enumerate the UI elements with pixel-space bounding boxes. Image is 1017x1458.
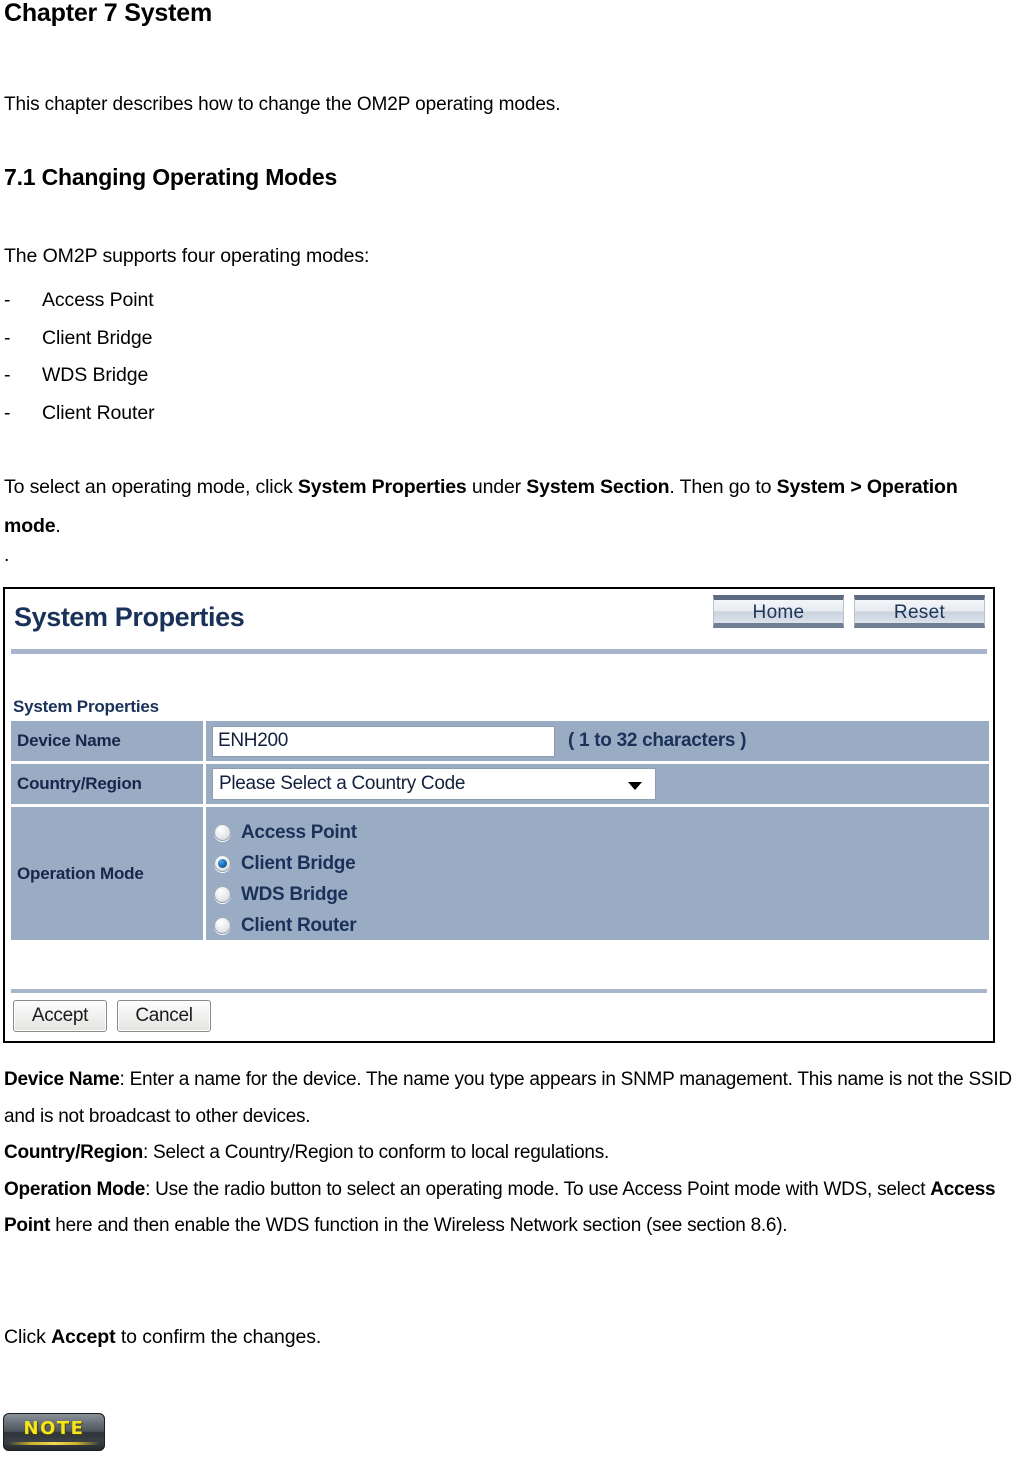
operation-mode-row: Operation Mode Access Point Client Bridg… [11,807,989,940]
radio-label: WDS Bridge [241,883,348,905]
paragraph-text: under [466,476,527,498]
stray-period: . [4,544,10,566]
operation-mode-label: Operation Mode [11,807,203,940]
radio-option-wds-bridge[interactable]: WDS Bridge [214,879,357,910]
list-item: - Client Router [4,395,155,433]
list-item-label: Access Point [42,289,154,311]
country-region-select[interactable]: Please Select a Country Code [212,768,656,800]
list-item: - WDS Bridge [4,357,155,395]
device-name-input[interactable] [212,725,555,757]
home-button[interactable]: Home [713,595,844,628]
select-mode-paragraph: To select an operating mode, click Syste… [4,468,964,546]
paragraph-text: To select an operating mode, click [4,476,298,498]
operation-mode-term: Operation Mode [4,1178,146,1200]
system-section-emphasis: System Section [526,476,670,498]
country-region-description-text: : Select a Country/Region to conform to … [143,1142,610,1163]
operation-mode-description-text-continued: here and then enable the WDS function in… [50,1215,788,1236]
paragraph-text: Click [4,1326,52,1348]
accept-emphasis: Accept [51,1326,116,1348]
device-name-row: Device Name ( 1 to 32 characters ) [11,721,989,761]
paragraph-text: to confirm the changes. [115,1326,322,1348]
country-region-selected-value: Please Select a Country Code [219,773,466,794]
system-properties-emphasis: System Properties [297,476,467,498]
operating-modes-list: - Access Point - Client Bridge - WDS Bridge… [4,282,155,432]
country-region-value-cell: Please Select a Country Code [206,764,989,804]
operation-mode-value-cell: Access Point Client Bridge WDS Bridge Cl… [206,807,989,940]
radio-label: Client Router [241,914,357,936]
country-region-label: Country/Region [11,764,203,804]
accept-button[interactable]: Accept [13,1000,107,1032]
header-divider [11,649,987,654]
country-region-row: Country/Region Please Select a Country C… [11,764,989,804]
list-item: - Client Bridge [4,320,155,358]
device-name-label: Device Name [11,721,203,761]
country-region-description: Country/Region: Select a Country/Region … [4,1135,1017,1172]
paragraph-text: . [55,515,61,537]
radio-option-client-router[interactable]: Client Router [214,910,357,941]
note-badge: NOTE [3,1413,105,1451]
list-dash: - [4,289,11,311]
system-properties-screenshot: System Properties Home Reset System Prop… [3,587,995,1043]
device-name-term: Device Name [4,1069,120,1090]
cancel-button[interactable]: Cancel [117,1000,211,1032]
radio-option-access-point[interactable]: Access Point [214,817,357,848]
radio-label: Client Bridge [241,852,356,874]
operation-mode-description: Operation Mode: Use the radio button to … [4,1172,1017,1245]
section-title: 7.1 Changing Operating Modes [4,164,338,190]
radio-label: Access Point [241,821,357,843]
chevron-down-icon [628,782,642,790]
radio-option-client-bridge[interactable]: Client Bridge [214,848,357,879]
device-name-hint: ( 1 to 32 characters ) [568,730,747,751]
list-item-label: WDS Bridge [42,364,149,386]
list-item: - Access Point [4,282,155,320]
form-section-label: System Properties [13,697,159,716]
field-descriptions: Device Name: Enter a name for the device… [4,1062,1017,1245]
device-name-description: Device Name: Enter a name for the device… [4,1062,1017,1135]
list-item-label: Client Bridge [42,326,153,349]
country-region-term: Country/Region [4,1142,143,1163]
screenshot-page-title: System Properties [14,602,245,632]
reset-button-label: Reset [893,602,946,623]
radio-icon[interactable] [214,824,231,841]
chapter-title: Chapter 7 System [4,0,212,27]
list-dash: - [4,401,11,424]
screenshot-header: System Properties Home Reset [5,589,993,654]
click-accept-paragraph: Click Accept to confirm the changes. [4,1325,321,1349]
operation-mode-radio-group: Access Point Client Bridge WDS Bridge Cl… [214,817,357,941]
home-button-label: Home [752,602,805,623]
list-dash: - [4,364,11,386]
chapter-intro-text: This chapter describes how to change the… [4,94,561,115]
device-name-value-cell: ( 1 to 32 characters ) [206,721,989,761]
radio-icon[interactable] [214,886,231,903]
operation-mode-description-text: : Use the radio button to select an oper… [145,1178,931,1200]
paragraph-text: . Then go to [669,476,777,498]
modes-intro-text: The OM2P supports four operating modes: [4,245,370,267]
note-badge-underline [8,1442,100,1445]
reset-button[interactable]: Reset [854,595,985,628]
system-properties-form: Device Name ( 1 to 32 characters ) Count… [11,721,989,943]
radio-icon-selected[interactable] [214,855,231,872]
list-dash: - [4,326,11,349]
device-name-description-text: : Enter a name for the device. The name … [4,1069,1012,1127]
list-item-label: Client Router [42,401,155,424]
form-action-group: Accept Cancel [13,1000,211,1032]
note-badge-label: NOTE [23,1418,85,1439]
radio-icon[interactable] [214,917,231,934]
footer-divider [11,989,987,993]
header-button-group: Home Reset [713,595,985,628]
